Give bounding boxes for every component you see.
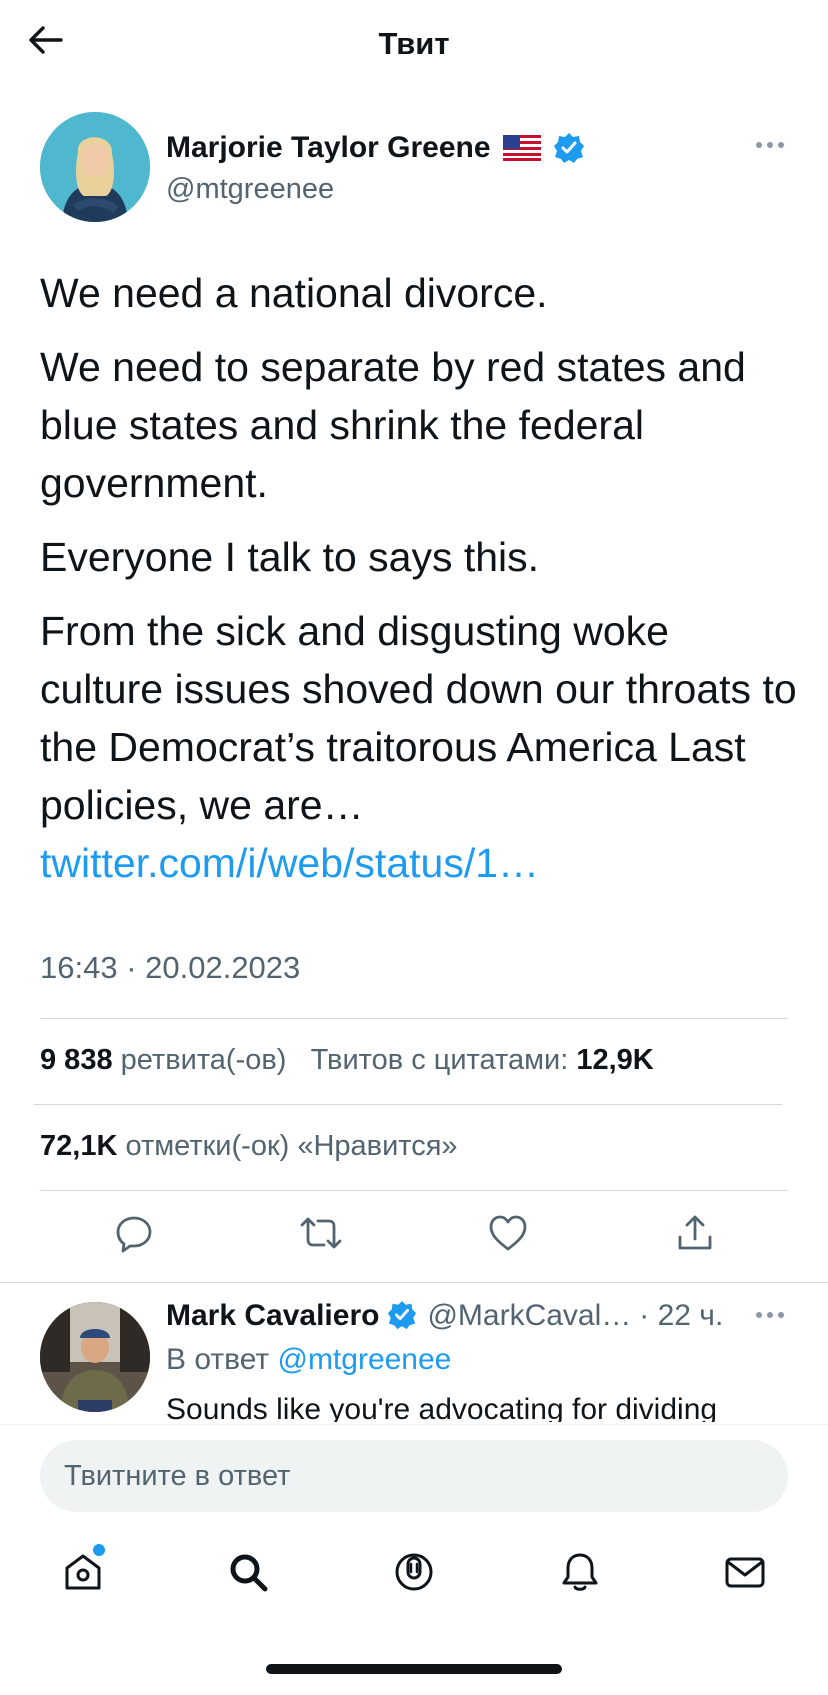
tab-search[interactable] <box>208 1534 288 1614</box>
retweet-icon <box>299 1213 343 1258</box>
tweet-paragraph: Everyone I talk to says this. <box>40 534 540 580</box>
notifications-icon <box>558 1550 602 1599</box>
search-icon <box>226 1550 270 1599</box>
tab-spaces[interactable] <box>374 1534 454 1614</box>
divider <box>40 1190 788 1191</box>
spaces-icon <box>392 1550 436 1599</box>
verified-badge-icon <box>387 1300 419 1332</box>
reply-text-container: Sounds like you're advocating for dividi… <box>166 1390 796 1422</box>
like-button[interactable] <box>480 1207 536 1263</box>
tab-home[interactable] <box>43 1534 123 1614</box>
likes-label: отметки(-ок) «Нравится» <box>125 1130 458 1162</box>
author-name[interactable]: Marjorie Taylor Greene <box>166 131 491 165</box>
tweet-paragraph: We need a national divorce. <box>40 270 548 316</box>
reply-time: · 22 ч. <box>639 1299 724 1332</box>
author-row: Marjorie Taylor Greene <box>166 124 585 172</box>
more-horizontal-icon <box>755 136 785 154</box>
share-icon <box>675 1213 715 1258</box>
author-avatar[interactable] <box>40 112 150 222</box>
reply-icon <box>114 1213 154 1258</box>
reply-header: Mark Cavaliero @MarkCaval… · 22 ч. <box>166 1295 723 1337</box>
share-button[interactable] <box>667 1207 723 1263</box>
retweets-label: ретвита(-ов) <box>120 1044 287 1076</box>
tweet-timestamp: 16:43 · 20.02.2023 <box>40 950 301 985</box>
bottom-nav <box>0 1534 828 1614</box>
retweets-count: 9 838 <box>40 1044 113 1076</box>
reply-button[interactable] <box>106 1207 162 1263</box>
more-options-button[interactable] <box>752 132 788 158</box>
retweet-button[interactable] <box>293 1207 349 1263</box>
reply-text: Sounds like you're advocating for dividi… <box>166 1393 718 1422</box>
quotes-label: Твитов с цитатами: <box>310 1044 569 1076</box>
likes-count: 72,1K <box>40 1130 118 1162</box>
replying-to-prefix: В ответ <box>166 1343 270 1376</box>
more-horizontal-icon <box>755 1306 785 1324</box>
tweet-paragraph: We need to separate by red states and bl… <box>40 344 746 506</box>
tab-messages[interactable] <box>705 1534 785 1614</box>
author-handle[interactable]: @mtgreenee <box>166 170 334 208</box>
messages-icon <box>723 1550 767 1599</box>
quotes-count: 12,9K <box>576 1044 654 1076</box>
likes-stat[interactable]: 72,1K отметки(-ок) «Нравится» <box>40 1126 458 1166</box>
quotes-stat[interactable]: Твитов с цитатами: 12,9K <box>311 1044 654 1076</box>
tweet-paragraph: From the sick and disgusting woke cultur… <box>40 608 797 828</box>
tweet-text: We need a national divorce. We need to s… <box>40 264 800 892</box>
verified-badge-icon <box>553 132 585 164</box>
page-title: Твит <box>378 26 450 61</box>
replying-to: В ответ @mtgreenee <box>166 1340 451 1380</box>
unread-dot <box>92 1544 105 1556</box>
divider <box>0 1282 828 1283</box>
divider <box>40 1018 788 1019</box>
reply-author-avatar[interactable] <box>40 1302 150 1412</box>
retweets-stat[interactable]: 9 838 ретвита(-ов) <box>40 1044 286 1076</box>
heart-icon <box>488 1214 528 1257</box>
reply-author-name[interactable]: Mark Cavaliero <box>166 1299 379 1333</box>
home-indicator <box>266 1664 562 1674</box>
reply-composer-input[interactable]: Твитните в ответ <box>40 1440 788 1512</box>
us-flag-icon <box>502 135 541 161</box>
tab-notifications[interactable] <box>540 1534 620 1614</box>
stats-row-retweets: 9 838 ретвита(-ов) Твитов с цитатами: 12… <box>40 1040 654 1080</box>
tweet-link[interactable]: twitter.com/i/web/status/1… <box>40 840 539 886</box>
tweet-actions <box>40 1200 788 1270</box>
reply-author-handle[interactable]: @MarkCaval… <box>427 1299 631 1333</box>
replying-to-handle[interactable]: @mtgreenee <box>277 1343 451 1376</box>
divider <box>34 1104 782 1105</box>
home-icon <box>61 1550 105 1599</box>
reply-more-options-button[interactable] <box>752 1302 788 1328</box>
